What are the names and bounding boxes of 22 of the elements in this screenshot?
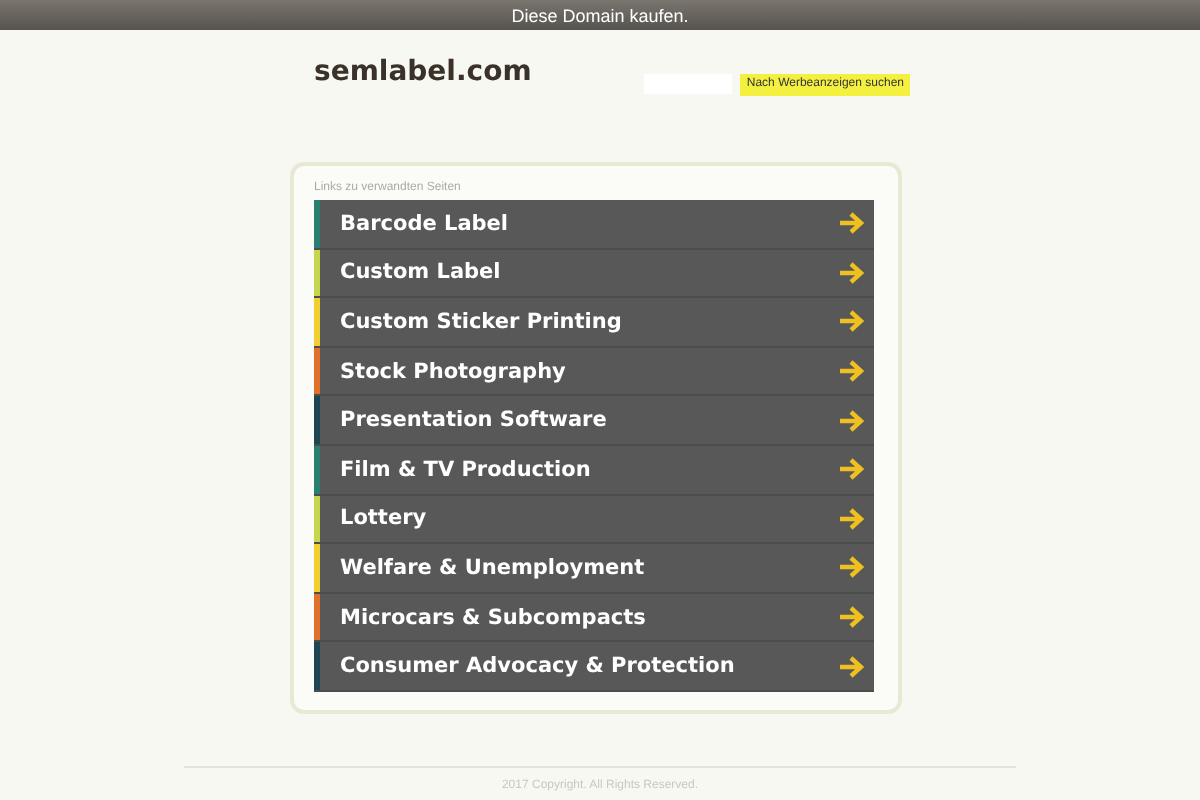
related-link[interactable]: Custom Sticker Printing bbox=[314, 298, 874, 348]
arrow-right-icon bbox=[838, 360, 864, 383]
arrow-right-icon bbox=[838, 212, 864, 235]
arrow-right-icon bbox=[838, 606, 864, 629]
related-link[interactable]: Microcars & Subcompacts bbox=[314, 593, 874, 643]
related-link[interactable]: Welfare & Unemployment bbox=[314, 544, 874, 594]
related-link[interactable]: Barcode Label bbox=[314, 200, 874, 250]
related-link[interactable]: Film & TV Production bbox=[314, 445, 874, 496]
related-link[interactable]: Consumer Advocacy & Protection bbox=[314, 642, 874, 692]
arrow-right-icon bbox=[838, 507, 864, 530]
domain-title: semlabel.com bbox=[314, 56, 532, 88]
arrow-right-icon bbox=[838, 458, 864, 481]
related-link[interactable]: Stock Photography bbox=[314, 347, 874, 397]
related-link[interactable]: Lottery bbox=[314, 495, 874, 545]
arrow-right-icon bbox=[838, 310, 864, 333]
arrow-right-icon bbox=[838, 655, 864, 678]
buy-domain-bar[interactable]: Diese Domain kaufen. bbox=[0, 0, 1200, 30]
arrow-right-icon bbox=[838, 556, 864, 579]
arrow-right-icon bbox=[838, 409, 864, 432]
arrow-right-icon bbox=[838, 261, 864, 284]
related-link[interactable]: Custom Label bbox=[314, 249, 874, 299]
related-link[interactable]: Presentation Software bbox=[314, 396, 874, 446]
